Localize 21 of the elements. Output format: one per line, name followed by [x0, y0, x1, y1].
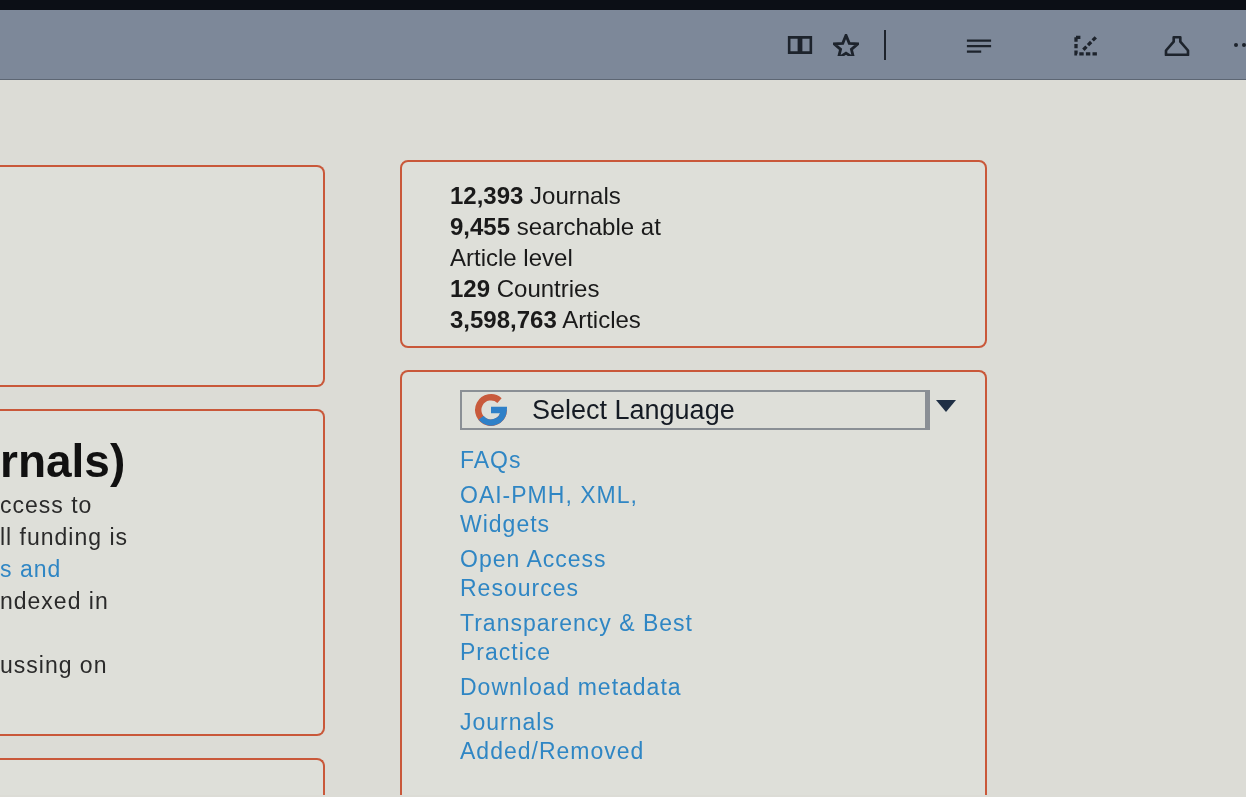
- book-icon[interactable]: [787, 33, 813, 56]
- sidebar-link[interactable]: Open Access Resources: [460, 545, 607, 603]
- stat-text: 3,598,763 Articles: [450, 305, 642, 335]
- sidebar-link[interactable]: OAI-PMH, XML, Widgets: [460, 481, 638, 539]
- sidebar-link[interactable]: FAQs: [460, 446, 522, 475]
- card-heading: rnals): [0, 434, 127, 489]
- sidebar-link[interactable]: Journals Added/Removed: [460, 708, 645, 766]
- stat-text: 9,455 searchable at Article level: [450, 212, 662, 273]
- text-link[interactable]: s and: [0, 553, 323, 585]
- star-icon[interactable]: [833, 33, 859, 56]
- body-text: ll funding is: [0, 523, 130, 552]
- body-text: ussing on: [0, 651, 109, 680]
- stat-text: 12,393 Journals: [450, 181, 622, 211]
- language-select[interactable]: Select Language: [460, 390, 930, 430]
- sidebar-link[interactable]: Download metadata: [460, 673, 682, 702]
- sidebar-link[interactable]: Transparency & Best Practice: [460, 609, 693, 667]
- body-text: ndexed in: [0, 587, 110, 616]
- stat-text: 129 Countries: [450, 274, 601, 304]
- body-text: ccess to: [0, 491, 94, 520]
- caret-icon[interactable]: [936, 400, 956, 412]
- g-logo-icon: [472, 393, 510, 427]
